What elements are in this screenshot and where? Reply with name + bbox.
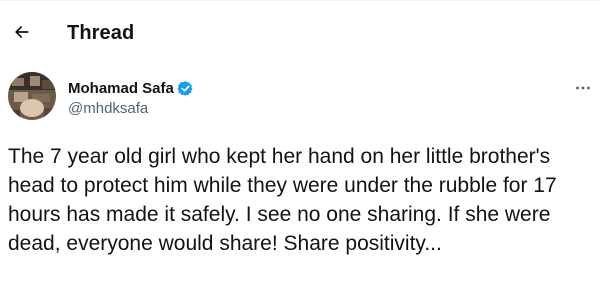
top-divider [0, 0, 600, 1]
page-title: Thread [67, 22, 135, 44]
verified-badge-icon [177, 80, 194, 97]
tweet-text: The 7 year old girl who kept her hand on… [8, 145, 563, 255]
author-display-name[interactable]: Mohamad Safa [68, 80, 174, 97]
more-options-button[interactable] [572, 78, 594, 96]
author-name-row: Mohamad Safa [68, 80, 194, 97]
thread-header: Thread [0, 0, 600, 62]
back-button[interactable] [6, 18, 38, 50]
author-handle[interactable]: @mhdksafa [68, 100, 148, 117]
avatar[interactable] [8, 72, 56, 120]
arrow-left-icon [12, 22, 32, 47]
more-horizontal-icon [575, 78, 591, 96]
